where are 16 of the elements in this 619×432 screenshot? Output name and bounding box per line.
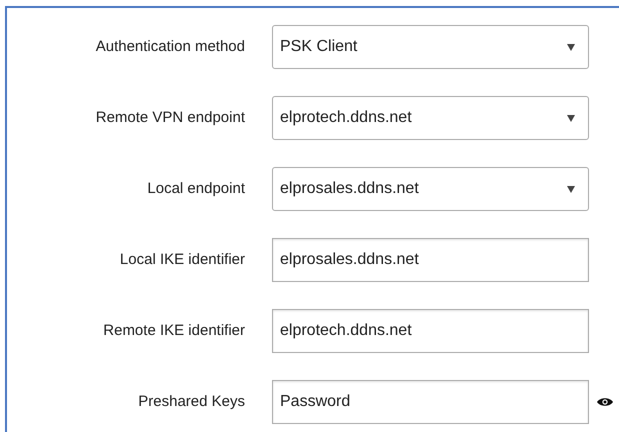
- text-field[interactable]: elprosales.ddns.net: [272, 238, 589, 282]
- dropdown[interactable]: elprosales.ddns.net: [272, 167, 589, 211]
- dropdown-arrow-icon: [567, 44, 575, 50]
- text-field[interactable]: Password: [272, 380, 589, 424]
- field-label: Local IKE identifier: [118, 250, 245, 270]
- dropdown[interactable]: PSK Client: [272, 25, 589, 69]
- field-label: Remote VPN endpoint: [94, 108, 245, 128]
- dropdown-arrow-icon: [567, 186, 575, 192]
- field-label: Authentication method: [94, 36, 245, 57]
- dropdown-arrow-icon: [567, 114, 575, 122]
- text-field[interactable]: elprotech.ddns.net: [272, 309, 589, 353]
- dropdown[interactable]: elprotech.ddns.net: [272, 96, 589, 140]
- eye-icon[interactable]: [597, 397, 613, 407]
- field-label: Preshared Keys: [137, 392, 245, 412]
- field-label: Remote IKE identifier: [102, 320, 245, 341]
- field-label: Local endpoint: [146, 178, 245, 199]
